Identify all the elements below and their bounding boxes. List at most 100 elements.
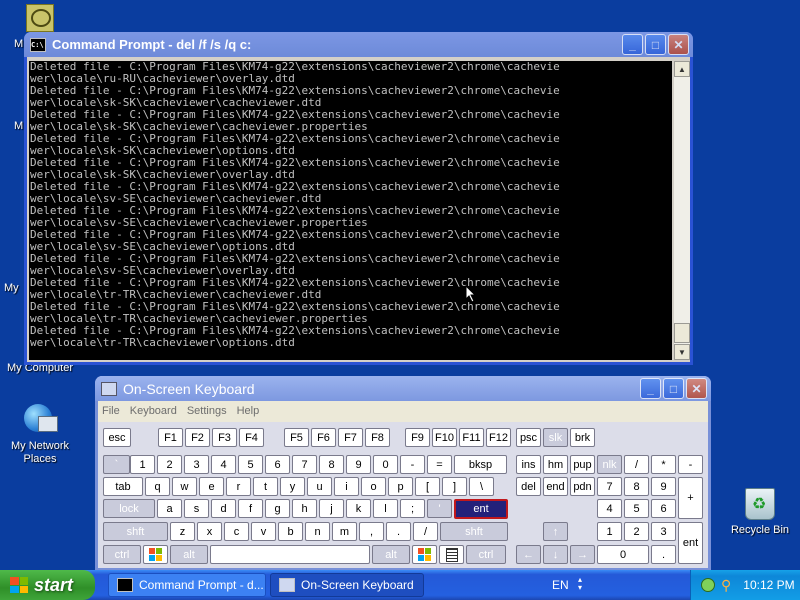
- key-z-row[interactable]: ,: [359, 522, 384, 541]
- key-right-alt[interactable]: alt: [372, 545, 410, 564]
- key-z-row[interactable]: m: [332, 522, 357, 541]
- key-6[interactable]: 6: [265, 455, 290, 474]
- key-right-ctrl[interactable]: ctrl: [466, 545, 506, 564]
- key-z-row[interactable]: v: [251, 522, 276, 541]
- key-arrow-left[interactable]: ←: [516, 545, 541, 564]
- key-q-row[interactable]: ]: [442, 477, 467, 496]
- minimize-button[interactable]: _: [622, 34, 643, 55]
- desktop-icon-recycle-bin[interactable]: Recycle Bin: [720, 488, 800, 537]
- key-numpad-2[interactable]: 2: [624, 522, 649, 541]
- key-5[interactable]: 5: [238, 455, 263, 474]
- key-q-row[interactable]: o: [361, 477, 386, 496]
- key-q-row[interactable]: y: [280, 477, 305, 496]
- key-numpad-7[interactable]: 7: [597, 477, 622, 496]
- key-space[interactable]: [210, 545, 370, 564]
- key-left-ctrl[interactable]: ctrl: [103, 545, 141, 564]
- key-left-alt[interactable]: alt: [170, 545, 208, 564]
- key-f5[interactable]: F5: [284, 428, 309, 447]
- key-page-down[interactable]: pdn: [570, 477, 595, 496]
- key-home[interactable]: hm: [543, 455, 568, 474]
- key--[interactable]: -: [400, 455, 425, 474]
- key-ins[interactable]: ins: [516, 455, 541, 474]
- key-f8[interactable]: F8: [365, 428, 390, 447]
- on-screen-keyboard-window[interactable]: On-Screen Keyboard _ □ ✕ File Keyboard S…: [95, 376, 711, 571]
- vertical-scrollbar[interactable]: ▲ ▼: [674, 61, 690, 360]
- key-q-row[interactable]: q: [145, 477, 170, 496]
- key-a-row[interactable]: h: [292, 499, 317, 518]
- key-f3[interactable]: F3: [212, 428, 237, 447]
- desktop-icon-my-network-places[interactable]: My Network Places: [0, 404, 80, 466]
- key-tab[interactable]: tab: [103, 477, 143, 496]
- menu-file[interactable]: File: [102, 405, 120, 417]
- key-a-row[interactable]: j: [319, 499, 344, 518]
- key-numpad-divide[interactable]: /: [624, 455, 649, 474]
- console-output[interactable]: Deleted file - C:\Program Files\KM74-g22…: [29, 61, 672, 360]
- key-8[interactable]: 8: [319, 455, 344, 474]
- key-slk[interactable]: slk: [543, 428, 568, 447]
- key-esc[interactable]: esc: [103, 428, 131, 447]
- language-indicator[interactable]: EN: [552, 578, 569, 592]
- key-right-shift[interactable]: shft: [440, 522, 508, 541]
- key-q-row[interactable]: w: [172, 477, 197, 496]
- key-z-row[interactable]: n: [305, 522, 330, 541]
- key-page-up[interactable]: pup: [570, 455, 595, 474]
- key-q-row[interactable]: r: [226, 477, 251, 496]
- key-z-row[interactable]: z: [170, 522, 195, 541]
- key-numpad-multiply[interactable]: *: [651, 455, 676, 474]
- titlebar[interactable]: C:\ Command Prompt - del /f /s /q c: _ □…: [24, 32, 693, 57]
- key-backtick[interactable]: `: [103, 455, 130, 474]
- key-q-row[interactable]: p: [388, 477, 413, 496]
- key-enter[interactable]: ent: [454, 499, 508, 519]
- key-q-row[interactable]: \: [469, 477, 494, 496]
- start-button[interactable]: start: [0, 570, 95, 600]
- key-arrow-right[interactable]: →: [570, 545, 595, 564]
- key-numpad-8[interactable]: 8: [624, 477, 649, 496]
- key-q-row[interactable]: u: [307, 477, 332, 496]
- taskbar-item-on-screen-keyboard[interactable]: On-Screen Keyboard: [270, 573, 424, 597]
- key-q-row[interactable]: t: [253, 477, 278, 496]
- key-numpad-9[interactable]: 9: [651, 477, 676, 496]
- key-f6[interactable]: F6: [311, 428, 336, 447]
- key-numpad-0[interactable]: 0: [597, 545, 649, 564]
- key-numpad-add[interactable]: +: [678, 477, 703, 519]
- key-brk[interactable]: brk: [570, 428, 595, 447]
- key-a-row[interactable]: g: [265, 499, 290, 518]
- key-delete[interactable]: del: [516, 477, 541, 496]
- key-f9[interactable]: F9: [405, 428, 430, 447]
- key-f2[interactable]: F2: [185, 428, 210, 447]
- maximize-button[interactable]: □: [663, 378, 684, 399]
- key-z-row[interactable]: c: [224, 522, 249, 541]
- key-backspace[interactable]: bksp: [454, 455, 507, 474]
- key-numpad-6[interactable]: 6: [651, 499, 676, 518]
- key-left-windows[interactable]: [143, 545, 168, 564]
- key-2[interactable]: 2: [157, 455, 182, 474]
- key-f4[interactable]: F4: [239, 428, 264, 447]
- key-q-row[interactable]: e: [199, 477, 224, 496]
- key-numpad-1[interactable]: 1: [597, 522, 622, 541]
- key-a-row[interactable]: k: [346, 499, 371, 518]
- close-button[interactable]: ✕: [668, 34, 689, 55]
- language-arrow-icon[interactable]: ▴ ▾: [578, 576, 582, 592]
- menu-settings[interactable]: Settings: [187, 405, 227, 417]
- key-left-shift[interactable]: shft: [103, 522, 168, 541]
- key-a-row[interactable]: l: [373, 499, 398, 518]
- key-arrow-up[interactable]: ↑: [543, 522, 568, 541]
- key-q-row[interactable]: [: [415, 477, 440, 496]
- key-end[interactable]: end: [543, 477, 568, 496]
- key-numpad-3[interactable]: 3: [651, 522, 676, 541]
- key-f10[interactable]: F10: [432, 428, 457, 447]
- key-a-row[interactable]: ;: [400, 499, 425, 518]
- taskbar-item-command-prompt[interactable]: Command Prompt - d...: [108, 573, 266, 597]
- key-f11[interactable]: F11: [459, 428, 484, 447]
- key-psc[interactable]: psc: [516, 428, 541, 447]
- titlebar[interactable]: On-Screen Keyboard _ □ ✕: [95, 376, 711, 401]
- menu-help[interactable]: Help: [237, 405, 260, 417]
- scroll-up-icon[interactable]: ▲: [674, 61, 690, 77]
- key-numpad-5[interactable]: 5: [624, 499, 649, 518]
- key-z-row[interactable]: /: [413, 522, 438, 541]
- scroll-thumb[interactable]: [674, 323, 690, 343]
- key-caps-lock[interactable]: lock: [103, 499, 155, 518]
- key-numpad-enter[interactable]: ent: [678, 522, 703, 564]
- key-a-row[interactable]: ': [427, 499, 452, 518]
- key-numpad-decimal[interactable]: .: [651, 545, 676, 564]
